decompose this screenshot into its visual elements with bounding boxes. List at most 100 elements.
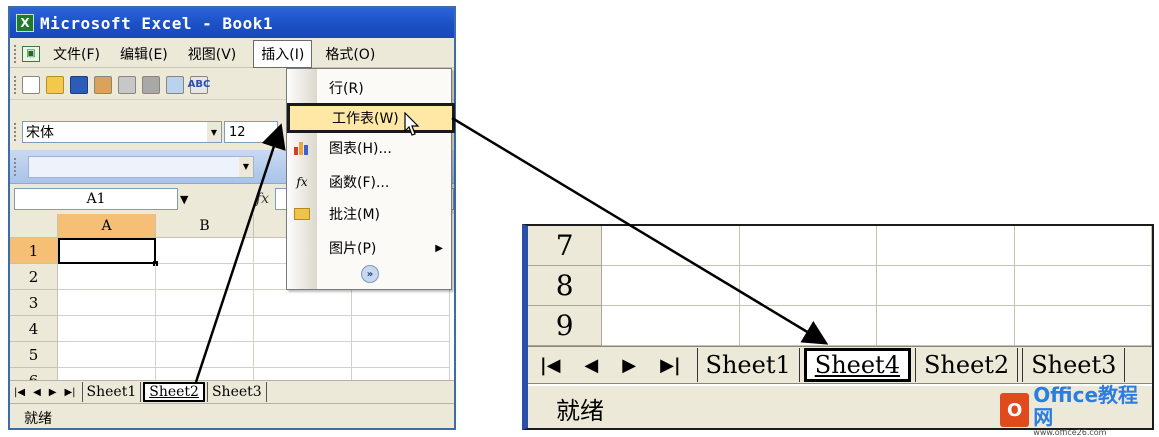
next-sheet-icon[interactable]: ▶: [49, 387, 57, 398]
tab-sheet1[interactable]: Sheet1: [696, 348, 800, 382]
column-header-a[interactable]: A: [58, 214, 156, 238]
chevron-down-icon[interactable]: ▼: [239, 156, 253, 177]
toolbar-grip-icon[interactable]: [14, 44, 18, 63]
cell[interactable]: [877, 306, 1015, 346]
row-header-5[interactable]: 5: [10, 342, 58, 368]
tab-sheet3[interactable]: Sheet3: [206, 382, 267, 402]
menu-format[interactable]: 格式(O): [318, 41, 382, 67]
function-icon: fx: [296, 175, 308, 189]
cell[interactable]: [58, 316, 156, 342]
row-header-8[interactable]: 8: [528, 266, 603, 306]
open-folder-icon[interactable]: [46, 75, 64, 94]
menu-edit[interactable]: 编辑(E): [113, 41, 175, 67]
select-all-corner[interactable]: [10, 214, 58, 238]
prev-sheet-icon[interactable]: ◀: [33, 387, 41, 398]
toolbar-grip-icon[interactable]: [14, 75, 18, 94]
menu-file[interactable]: 文件(F): [46, 41, 107, 67]
cell[interactable]: [602, 266, 740, 306]
cell[interactable]: [156, 342, 254, 368]
cell[interactable]: [352, 316, 450, 342]
tab-sheet2[interactable]: Sheet2: [914, 348, 1019, 382]
cell[interactable]: [1014, 306, 1152, 346]
cell[interactable]: [58, 342, 156, 368]
tab-sheet3[interactable]: Sheet3: [1022, 348, 1126, 382]
email-icon[interactable]: [118, 75, 136, 94]
save-icon[interactable]: [70, 75, 88, 94]
table-row: 8: [528, 266, 1152, 306]
window-title: Microsoft Excel - Book1: [40, 13, 274, 33]
menu-item-label: 行(R): [329, 81, 364, 97]
menu-insert[interactable]: 插入(I): [253, 39, 313, 68]
watermark-logo: O Office教程网 www.office26.com: [1000, 384, 1155, 437]
function-icon[interactable]: fx: [256, 191, 269, 207]
toolbar-grip-icon[interactable]: [14, 123, 18, 141]
row-header-1[interactable]: 1: [10, 238, 58, 264]
tab-sheet1[interactable]: Sheet1: [81, 382, 142, 402]
first-sheet-icon[interactable]: |◀: [540, 355, 560, 376]
print-icon[interactable]: [142, 75, 160, 94]
cell[interactable]: [602, 306, 740, 346]
row-header-2[interactable]: 2: [10, 264, 58, 290]
cell-a1[interactable]: [58, 238, 158, 266]
font-name-select[interactable]: 宋体 ▼: [22, 121, 222, 143]
name-box[interactable]: A1: [14, 188, 178, 210]
menu-item-row[interactable]: 行(R): [287, 73, 451, 103]
toolbar-grip-icon[interactable]: [14, 157, 18, 176]
menu-item-label: 图表(H)...: [329, 141, 392, 157]
cell[interactable]: [156, 238, 254, 264]
cell[interactable]: [1014, 266, 1152, 306]
sheet-tab-bar: |◀ ◀ ▶ ▶| Sheet1 Sheet4 Sheet2 Sheet3: [528, 346, 1152, 384]
document-menu-icon[interactable]: ▣: [22, 45, 40, 62]
cell[interactable]: [156, 264, 254, 290]
menu-item-worksheet[interactable]: 工作表(W): [287, 103, 455, 133]
cell[interactable]: [877, 226, 1015, 266]
menu-item-chart[interactable]: 图表(H)...: [287, 133, 451, 163]
last-sheet-icon[interactable]: ▶|: [64, 387, 75, 398]
cell[interactable]: [254, 316, 352, 342]
print-preview-icon[interactable]: [166, 75, 184, 94]
row-header-7[interactable]: 7: [528, 226, 603, 266]
cell[interactable]: [739, 226, 878, 266]
spelling-icon[interactable]: ABC: [188, 75, 210, 94]
tab-sheet2[interactable]: Sheet2: [143, 382, 205, 402]
table-row: 3: [10, 290, 454, 316]
font-size-select[interactable]: 12: [224, 121, 278, 143]
prev-sheet-icon[interactable]: ◀: [584, 355, 598, 376]
menu-item-function[interactable]: fx 函数(F)...: [287, 167, 451, 197]
menu-item-comment[interactable]: 批注(M): [287, 199, 451, 229]
cell[interactable]: [602, 226, 740, 266]
permission-icon[interactable]: [94, 75, 112, 94]
excel-app-icon: X: [16, 14, 34, 32]
chart-icon: [294, 141, 310, 155]
menu-item-picture[interactable]: 图片(P) ▶: [287, 233, 451, 263]
column-header-b[interactable]: B: [156, 214, 254, 238]
row-header-3[interactable]: 3: [10, 290, 58, 316]
cell[interactable]: [1014, 226, 1152, 266]
empty-combo-box[interactable]: ▼: [28, 155, 254, 178]
row-header-4[interactable]: 4: [10, 316, 58, 342]
comment-icon: [294, 208, 310, 220]
menu-view[interactable]: 视图(V): [181, 41, 244, 67]
cell[interactable]: [254, 342, 352, 368]
cell[interactable]: [254, 290, 352, 316]
cell[interactable]: [352, 342, 450, 368]
cell[interactable]: [739, 306, 878, 346]
cell[interactable]: [156, 316, 254, 342]
tab-sheet4[interactable]: Sheet4: [803, 348, 911, 382]
cell[interactable]: [156, 290, 254, 316]
cell[interactable]: [58, 264, 156, 290]
new-document-icon[interactable]: [22, 75, 40, 94]
expand-menu-icon[interactable]: »: [361, 265, 379, 283]
cell[interactable]: [352, 290, 450, 316]
table-row: 4: [10, 316, 454, 342]
first-sheet-icon[interactable]: |◀: [14, 387, 25, 398]
next-sheet-icon[interactable]: ▶: [622, 355, 636, 376]
menu-item-label: 函数(F)...: [329, 175, 390, 191]
last-sheet-icon[interactable]: ▶|: [660, 355, 680, 376]
chevron-down-icon[interactable]: ▼: [207, 122, 221, 142]
cell[interactable]: [58, 290, 156, 316]
chevron-down-icon[interactable]: ▼: [180, 193, 196, 206]
cell[interactable]: [739, 266, 878, 306]
row-header-9[interactable]: 9: [528, 306, 603, 346]
cell[interactable]: [877, 266, 1015, 306]
